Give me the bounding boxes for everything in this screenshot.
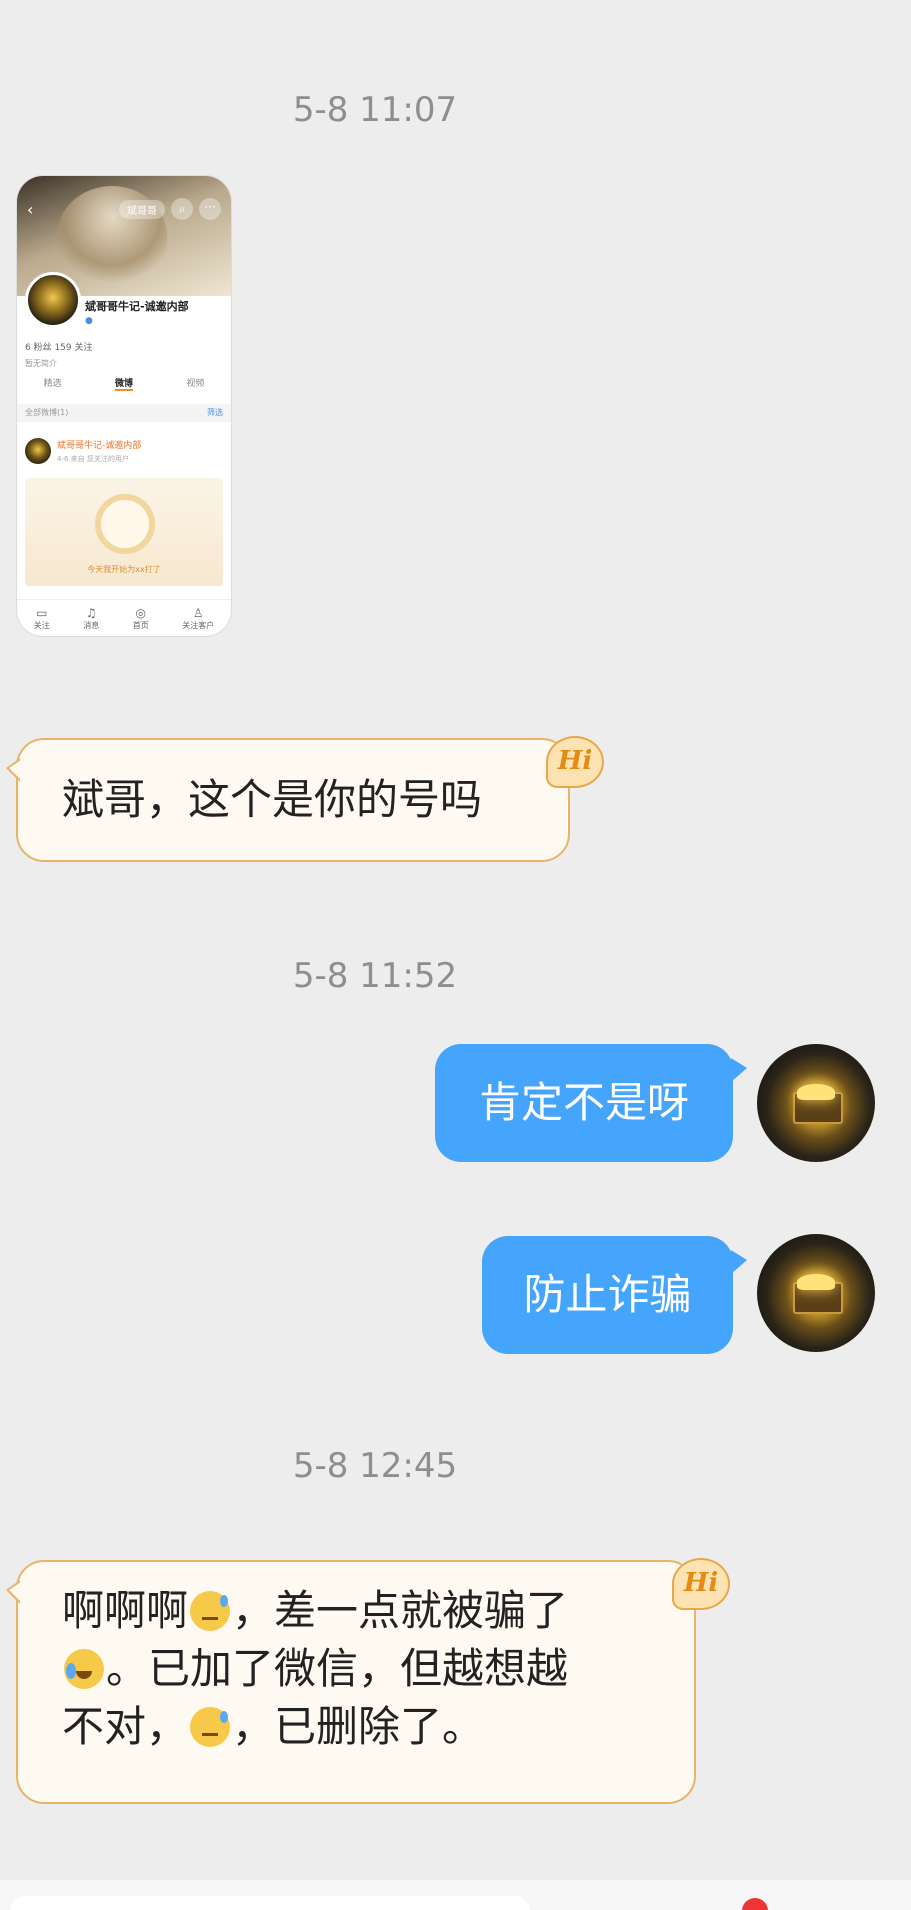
screenshot-username: 斌哥哥牛记-诚邀内部	[85, 300, 189, 313]
chat-view: 5-8 11:07 ‹ 斌哥哥 ⌕ ··· 斌哥哥牛记-诚邀内部 ● 6 粉丝 …	[0, 0, 911, 1910]
verified-badge-icon: ●	[85, 316, 93, 326]
chat-icon: ▭	[36, 605, 48, 620]
search-icon: ⌕	[171, 198, 193, 220]
screenshot-intro: 暂无简介	[25, 359, 57, 368]
incoming-message[interactable]: 啊啊啊 ，差一点就被骗了 。已加了微信，但越想越 不对， ，已删除了。	[6, 1560, 696, 1804]
more-icon: ···	[199, 198, 221, 220]
medal-icon	[95, 494, 155, 554]
user-avatar[interactable]	[757, 1044, 875, 1162]
timestamp: 5-8 11:07	[292, 90, 458, 130]
message-input[interactable]	[10, 1896, 530, 1910]
message-text: 防止诈骗	[523, 1270, 692, 1319]
incoming-message[interactable]: 斌哥，这个是你的号吗	[6, 738, 570, 862]
screenshot-tab: 精选	[43, 379, 62, 389]
message-text: 不对，	[62, 1702, 189, 1751]
user-avatar[interactable]	[757, 1234, 875, 1352]
outgoing-message[interactable]: 防止诈骗	[482, 1236, 747, 1354]
screenshot-tab-active: 微博	[114, 376, 133, 391]
message-text: 肯定不是呀	[478, 1078, 689, 1127]
timestamp: 5-8 11:52	[292, 956, 458, 996]
hi-badge-icon: Hi	[672, 1558, 730, 1610]
filter-label: 全部微博(1)	[25, 408, 69, 417]
screenshot-title-pill: 斌哥哥	[119, 200, 165, 219]
bottom-nav-item: ◎ 首页	[132, 605, 149, 630]
timestamp: 5-8 12:45	[292, 1446, 458, 1486]
compass-icon: ◎	[135, 605, 146, 620]
message-text: ，已删除了。	[232, 1702, 485, 1751]
message-text: ，差一点就被骗了	[232, 1586, 569, 1635]
message-text: 。已加了微信，但越想越	[106, 1644, 569, 1693]
crying-laughing-emoji-icon	[64, 1649, 104, 1689]
back-icon: ‹	[27, 200, 34, 219]
message-text: 斌哥，这个是你的号吗	[62, 775, 483, 824]
post-card-text: 今天我开始为xx打了	[87, 565, 161, 574]
filter-button: 筛选	[207, 408, 223, 417]
bottom-nav-item: ♫ 消息	[83, 605, 100, 630]
screenshot-bottom-nav: ▭ 关注 ♫ 消息 ◎ 首页 ♙ 关注客户	[17, 599, 231, 636]
hi-badge-icon: Hi	[546, 736, 604, 788]
post-author: 斌哥哥牛记-诚邀内部	[57, 441, 142, 451]
sweat-emoji-icon	[190, 1707, 231, 1747]
post-avatar	[25, 438, 51, 464]
bottom-nav-item: ♙ 关注客户	[182, 605, 215, 630]
screenshot-tabs: 精选 微博 视频	[17, 376, 231, 391]
outgoing-message[interactable]: 肯定不是呀	[435, 1044, 747, 1162]
person-icon: ♙	[192, 605, 204, 620]
post-time: 4-6 来自 您关注的用户	[57, 455, 129, 463]
sweat-emoji-icon	[190, 1591, 231, 1631]
screenshot-filter-bar: 全部微博(1) 筛选	[17, 404, 231, 422]
screenshot-stats: 6 粉丝 159 关注	[25, 343, 93, 353]
message-text: 啊啊啊	[62, 1586, 189, 1635]
post-card: 今天我开始为xx打了	[25, 478, 223, 586]
bottom-nav-item: ▭ 关注	[33, 605, 50, 630]
screenshot-tab: 视频	[186, 379, 205, 389]
input-bar	[0, 1880, 911, 1910]
screenshot-avatar	[25, 272, 81, 328]
image-message[interactable]: ‹ 斌哥哥 ⌕ ··· 斌哥哥牛记-诚邀内部 ● 6 粉丝 159 关注 暂无简…	[17, 176, 231, 636]
bell-icon: ♫	[85, 605, 97, 620]
